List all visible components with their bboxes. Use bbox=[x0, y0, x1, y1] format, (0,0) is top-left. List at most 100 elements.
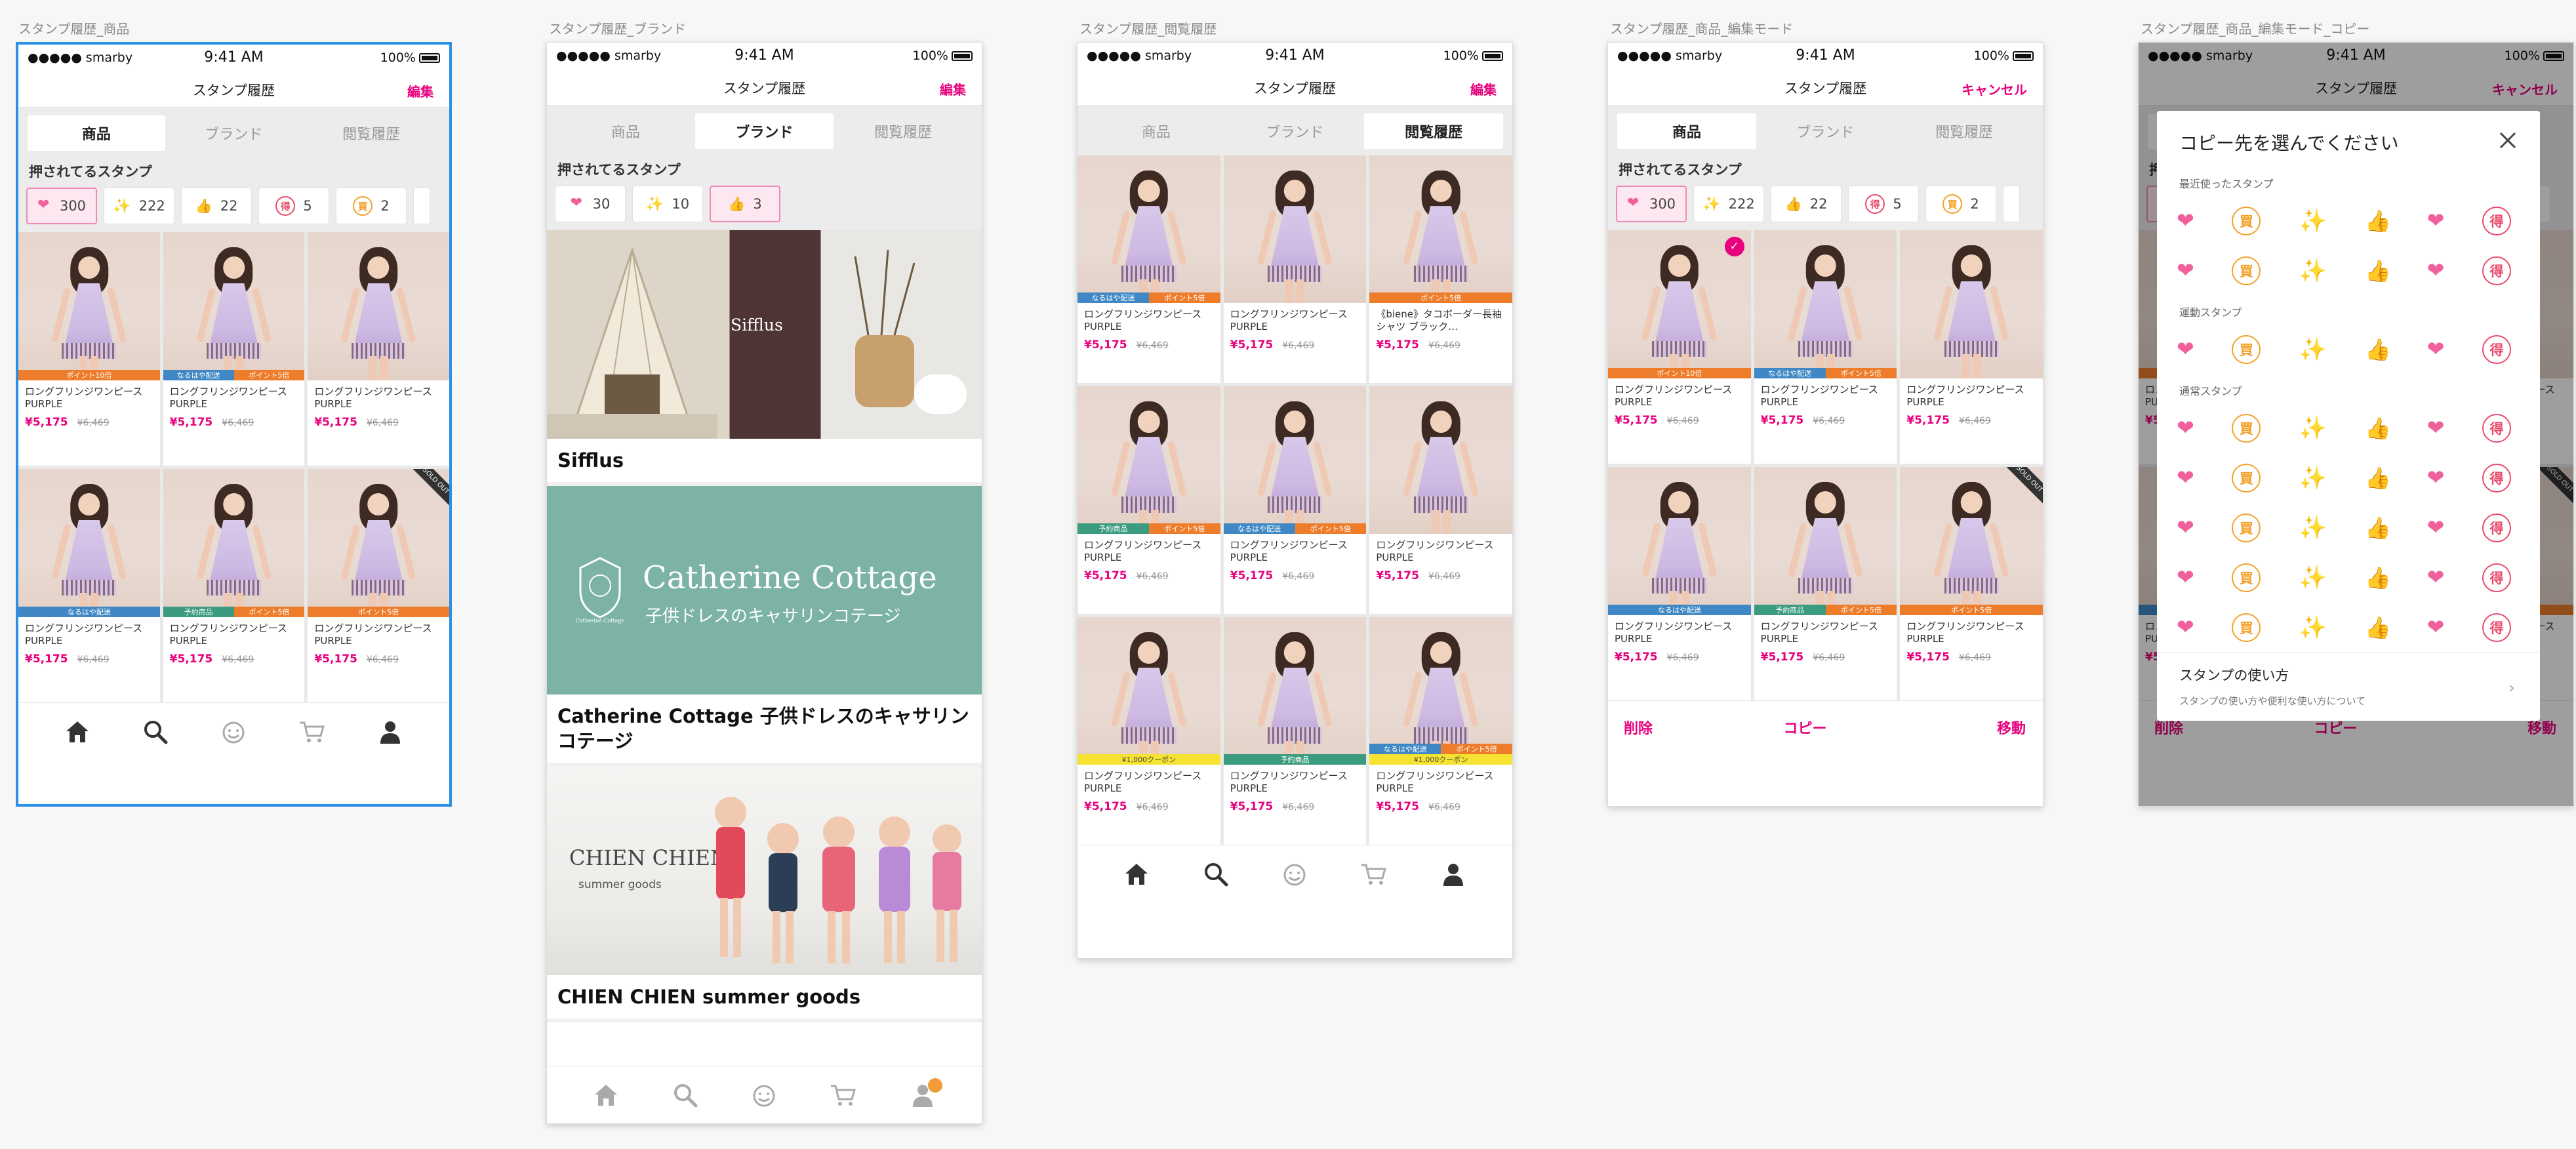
stamp-chip-heart[interactable]: 300 bbox=[26, 188, 97, 224]
thumbs-up-icon[interactable]: 👍 bbox=[2365, 615, 2391, 640]
stamp-chip-sparkle[interactable]: ✨222 bbox=[1693, 186, 1764, 222]
stamp-chip-kai[interactable]: 買2 bbox=[336, 188, 407, 224]
heart-icon[interactable] bbox=[2427, 565, 2445, 590]
toku-icon[interactable]: 得 bbox=[2482, 256, 2511, 285]
tab-products[interactable]: 商品 bbox=[556, 113, 695, 149]
heart-icon[interactable] bbox=[2427, 336, 2445, 361]
stamp-chip-overflow[interactable] bbox=[413, 188, 430, 224]
search-icon[interactable] bbox=[1200, 858, 1232, 890]
tab-brands[interactable]: ブランド bbox=[165, 115, 303, 151]
toku-icon[interactable]: 得 bbox=[2482, 613, 2511, 642]
stamp-chip-thumbs[interactable]: 👍 3 bbox=[710, 186, 780, 222]
copy-button[interactable]: コピー bbox=[1783, 717, 1826, 738]
product-card[interactable]: ¥1,000クーポン ロングフリンジワンピース PURPLE ¥5,175 ¥6,… bbox=[1077, 617, 1220, 845]
kai-icon[interactable]: 買 bbox=[2232, 256, 2261, 285]
edit-button[interactable]: 編集 bbox=[1470, 79, 1497, 98]
product-card[interactable]: ロングフリンジワンピース PURPLE ¥5,175 ¥6,469 bbox=[1223, 155, 1367, 383]
product-card[interactable]: ロングフリンジワンピース PURPLE ¥5,175 ¥6,469 bbox=[1900, 230, 2043, 464]
kai-icon[interactable]: 買 bbox=[2232, 335, 2261, 364]
stamp-chip-thumbs[interactable]: 👍22 bbox=[181, 188, 252, 224]
heart-icon[interactable] bbox=[2427, 465, 2445, 490]
tab-history[interactable]: 閲覧履歴 bbox=[834, 113, 973, 149]
product-card[interactable]: ポイント5倍 《biene》タコボーダー長袖シャツ ブラック… ¥5,175 ¥6… bbox=[1369, 155, 1512, 383]
heart-icon[interactable] bbox=[2177, 565, 2194, 590]
kai-icon[interactable]: 買 bbox=[2232, 613, 2261, 642]
product-card[interactable]: ✓ ポイント10倍 ロングフリンジワンピース PURPLE ¥5,175 ¥6,46… bbox=[1608, 230, 1751, 464]
thumbs-up-icon[interactable]: 👍 bbox=[2365, 209, 2391, 233]
heart-icon[interactable] bbox=[2177, 258, 2194, 283]
heart-icon[interactable] bbox=[2177, 415, 2194, 440]
tab-products[interactable]: 商品 bbox=[1617, 113, 1756, 149]
brand-card-sifflus[interactable]: Sifflus Sifflus bbox=[547, 230, 982, 486]
thumbs-up-icon[interactable]: 👍 bbox=[2365, 466, 2391, 491]
product-card[interactable]: 予約商品ポイント5倍 ロングフリンジワンピース PURPLE ¥5,175 ¥6,… bbox=[1754, 467, 1897, 700]
cancel-button[interactable]: キャンセル bbox=[1962, 79, 2027, 98]
toku-icon[interactable]: 得 bbox=[2482, 514, 2511, 542]
stamp-chip-sparkle[interactable]: ✨ 10 bbox=[632, 186, 703, 222]
account-icon[interactable] bbox=[374, 716, 406, 748]
stamp-chip-overflow[interactable] bbox=[2003, 186, 2020, 222]
stamp-howto-link[interactable]: スタンプの使い方 スタンプの使い方や便利な使い方について › bbox=[2157, 653, 2540, 721]
brand-card-catherine[interactable]: Catherine Cottage Catherine Cottage 子供ドレ… bbox=[547, 486, 982, 767]
kai-icon[interactable]: 買 bbox=[2232, 414, 2261, 443]
product-card[interactable]: SOLD OUT ポイント5倍 ロングフリンジワンピース PURPLE ¥5,17… bbox=[1900, 467, 2043, 700]
search-icon[interactable] bbox=[140, 716, 171, 748]
thumbs-up-icon[interactable]: 👍 bbox=[2365, 416, 2391, 441]
product-card[interactable]: ロングフリンジワンピース PURPLE ¥5,175 ¥6,469 bbox=[1369, 386, 1512, 614]
product-card[interactable]: なるはや配送ポイント5倍 ロングフリンジワンピース PURPLE ¥5,175¥… bbox=[1077, 155, 1220, 383]
cart-icon[interactable] bbox=[828, 1079, 859, 1111]
kai-icon[interactable]: 買 bbox=[2232, 464, 2261, 493]
product-card[interactable]: なるはや配送ポイント5倍 ロングフリンジワンピース PURPLE ¥5,175¥… bbox=[1223, 386, 1367, 614]
toku-icon[interactable]: 得 bbox=[2482, 464, 2511, 493]
close-icon[interactable] bbox=[2498, 131, 2518, 150]
thumbs-up-icon[interactable]: 👍 bbox=[2365, 565, 2391, 590]
tab-brands[interactable]: ブランド bbox=[694, 113, 834, 149]
kai-icon[interactable]: 買 bbox=[2232, 207, 2261, 235]
tab-brands[interactable]: ブランド bbox=[1756, 113, 1895, 149]
kai-icon[interactable]: 買 bbox=[2232, 514, 2261, 542]
heart-icon[interactable] bbox=[2177, 515, 2194, 540]
stamp-chip-kai[interactable]: 買2 bbox=[1925, 186, 1996, 222]
sparkle-icon[interactable]: ✨ bbox=[2299, 258, 2327, 284]
stamp-face-icon[interactable] bbox=[1279, 858, 1310, 890]
brand-card-chienchien[interactable]: CHIEN CHIEN summer goods CHIEN CHIEN sum… bbox=[547, 767, 982, 1022]
heart-icon[interactable] bbox=[2177, 615, 2194, 639]
product-card[interactable]: ロングフリンジワンピース PURPLE ¥5,175 ¥6,469 bbox=[308, 232, 449, 466]
heart-icon[interactable] bbox=[2177, 336, 2194, 361]
heart-icon[interactable] bbox=[2427, 415, 2445, 440]
heart-icon[interactable] bbox=[2427, 515, 2445, 540]
sparkle-icon[interactable]: ✨ bbox=[2299, 465, 2327, 491]
edit-button[interactable]: 編集 bbox=[407, 81, 433, 100]
product-card[interactable]: なるはや配送ポイント5倍 ロングフリンジワンピース PURPLE ¥5,175¥… bbox=[163, 232, 305, 466]
stamp-chip-sparkle[interactable]: ✨222 bbox=[104, 188, 174, 224]
stamp-chip-thumbs[interactable]: 👍22 bbox=[1771, 186, 1841, 222]
home-icon[interactable] bbox=[62, 716, 93, 748]
toku-icon[interactable]: 得 bbox=[2482, 335, 2511, 364]
sparkle-icon[interactable]: ✨ bbox=[2299, 415, 2327, 441]
toku-icon[interactable]: 得 bbox=[2482, 207, 2511, 235]
sparkle-icon[interactable]: ✨ bbox=[2299, 615, 2327, 641]
kai-icon[interactable]: 買 bbox=[2232, 563, 2261, 592]
stamp-face-icon[interactable] bbox=[218, 716, 249, 748]
edit-button[interactable]: 編集 bbox=[940, 79, 966, 98]
product-card[interactable]: なるはや配送ポイント5倍 ロングフリンジワンピース PURPLE ¥5,175¥… bbox=[1754, 230, 1897, 464]
product-card[interactable]: なるはや配送 ロングフリンジワンピース PURPLE ¥5,175 ¥6,469 bbox=[1608, 467, 1751, 700]
sparkle-icon[interactable]: ✨ bbox=[2299, 208, 2327, 234]
tab-products[interactable]: 商品 bbox=[1087, 113, 1226, 149]
tab-history[interactable]: 閲覧履歴 bbox=[302, 115, 440, 151]
heart-icon[interactable] bbox=[2427, 258, 2445, 283]
heart-icon[interactable] bbox=[2177, 208, 2194, 233]
home-icon[interactable] bbox=[1121, 858, 1152, 890]
product-card[interactable]: 予約商品ポイント5倍 ロングフリンジワンピース PURPLE ¥5,175 ¥6,… bbox=[163, 469, 305, 702]
home-icon[interactable] bbox=[590, 1079, 622, 1111]
product-card[interactable]: SOLD OUT ポイント5倍 ロングフリンジワンピース PURPLE ¥5,17… bbox=[308, 469, 449, 702]
tab-history[interactable]: 閲覧履歴 bbox=[1364, 113, 1504, 149]
account-icon[interactable] bbox=[1438, 858, 1469, 890]
heart-icon[interactable] bbox=[2427, 208, 2445, 233]
product-card[interactable]: 予約商品 ロングフリンジワンピース PURPLE ¥5,175 ¥6,469 bbox=[1223, 617, 1367, 845]
heart-icon[interactable] bbox=[2427, 615, 2445, 639]
heart-icon[interactable] bbox=[2177, 465, 2194, 490]
tab-products[interactable]: 商品 bbox=[28, 115, 165, 151]
thumbs-up-icon[interactable]: 👍 bbox=[2365, 337, 2391, 362]
cart-icon[interactable] bbox=[1358, 858, 1390, 890]
